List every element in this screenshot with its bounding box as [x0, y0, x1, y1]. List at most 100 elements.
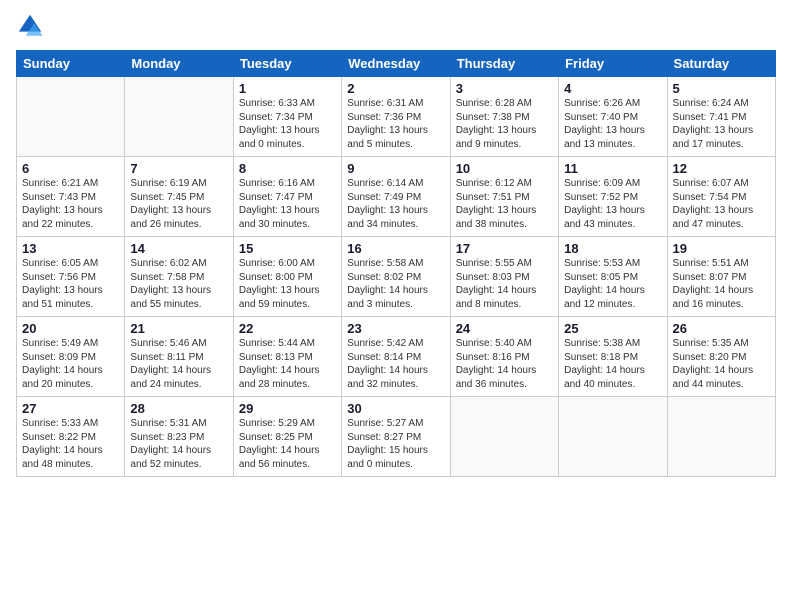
calendar-cell: 15Sunrise: 6:00 AM Sunset: 8:00 PM Dayli…: [233, 237, 341, 317]
weekday-header-saturday: Saturday: [667, 51, 775, 77]
calendar-week-row: 13Sunrise: 6:05 AM Sunset: 7:56 PM Dayli…: [17, 237, 776, 317]
calendar-cell: 21Sunrise: 5:46 AM Sunset: 8:11 PM Dayli…: [125, 317, 233, 397]
day-info: Sunrise: 6:12 AM Sunset: 7:51 PM Dayligh…: [456, 177, 553, 231]
day-number: 13: [22, 241, 119, 256]
weekday-header-tuesday: Tuesday: [233, 51, 341, 77]
day-info: Sunrise: 6:28 AM Sunset: 7:38 PM Dayligh…: [456, 97, 553, 151]
day-info: Sunrise: 5:55 AM Sunset: 8:03 PM Dayligh…: [456, 257, 553, 311]
calendar-cell: 22Sunrise: 5:44 AM Sunset: 8:13 PM Dayli…: [233, 317, 341, 397]
calendar-cell: 16Sunrise: 5:58 AM Sunset: 8:02 PM Dayli…: [342, 237, 450, 317]
calendar-cell: [559, 397, 667, 477]
calendar-cell: 1Sunrise: 6:33 AM Sunset: 7:34 PM Daylig…: [233, 77, 341, 157]
weekday-header-monday: Monday: [125, 51, 233, 77]
day-info: Sunrise: 6:24 AM Sunset: 7:41 PM Dayligh…: [673, 97, 770, 151]
day-info: Sunrise: 5:27 AM Sunset: 8:27 PM Dayligh…: [347, 417, 444, 471]
day-number: 20: [22, 321, 119, 336]
day-number: 24: [456, 321, 553, 336]
header: [0, 0, 792, 44]
calendar-cell: 8Sunrise: 6:16 AM Sunset: 7:47 PM Daylig…: [233, 157, 341, 237]
day-number: 30: [347, 401, 444, 416]
day-info: Sunrise: 6:16 AM Sunset: 7:47 PM Dayligh…: [239, 177, 336, 231]
day-info: Sunrise: 6:19 AM Sunset: 7:45 PM Dayligh…: [130, 177, 227, 231]
calendar-cell: 11Sunrise: 6:09 AM Sunset: 7:52 PM Dayli…: [559, 157, 667, 237]
calendar-cell: 18Sunrise: 5:53 AM Sunset: 8:05 PM Dayli…: [559, 237, 667, 317]
calendar-cell: [125, 77, 233, 157]
day-info: Sunrise: 5:51 AM Sunset: 8:07 PM Dayligh…: [673, 257, 770, 311]
day-number: 11: [564, 161, 661, 176]
calendar-cell: 9Sunrise: 6:14 AM Sunset: 7:49 PM Daylig…: [342, 157, 450, 237]
day-info: Sunrise: 6:00 AM Sunset: 8:00 PM Dayligh…: [239, 257, 336, 311]
day-info: Sunrise: 5:53 AM Sunset: 8:05 PM Dayligh…: [564, 257, 661, 311]
calendar-cell: 10Sunrise: 6:12 AM Sunset: 7:51 PM Dayli…: [450, 157, 558, 237]
day-info: Sunrise: 6:26 AM Sunset: 7:40 PM Dayligh…: [564, 97, 661, 151]
day-info: Sunrise: 5:42 AM Sunset: 8:14 PM Dayligh…: [347, 337, 444, 391]
day-info: Sunrise: 6:33 AM Sunset: 7:34 PM Dayligh…: [239, 97, 336, 151]
day-number: 16: [347, 241, 444, 256]
weekday-header-friday: Friday: [559, 51, 667, 77]
calendar-cell: 29Sunrise: 5:29 AM Sunset: 8:25 PM Dayli…: [233, 397, 341, 477]
calendar-week-row: 6Sunrise: 6:21 AM Sunset: 7:43 PM Daylig…: [17, 157, 776, 237]
day-number: 3: [456, 81, 553, 96]
day-number: 10: [456, 161, 553, 176]
weekday-header-wednesday: Wednesday: [342, 51, 450, 77]
calendar-cell: [17, 77, 125, 157]
calendar-cell: 12Sunrise: 6:07 AM Sunset: 7:54 PM Dayli…: [667, 157, 775, 237]
calendar-cell: 5Sunrise: 6:24 AM Sunset: 7:41 PM Daylig…: [667, 77, 775, 157]
calendar-week-row: 20Sunrise: 5:49 AM Sunset: 8:09 PM Dayli…: [17, 317, 776, 397]
calendar-cell: 23Sunrise: 5:42 AM Sunset: 8:14 PM Dayli…: [342, 317, 450, 397]
weekday-header-sunday: Sunday: [17, 51, 125, 77]
calendar-cell: 7Sunrise: 6:19 AM Sunset: 7:45 PM Daylig…: [125, 157, 233, 237]
day-number: 7: [130, 161, 227, 176]
calendar-cell: 20Sunrise: 5:49 AM Sunset: 8:09 PM Dayli…: [17, 317, 125, 397]
day-info: Sunrise: 6:21 AM Sunset: 7:43 PM Dayligh…: [22, 177, 119, 231]
day-number: 6: [22, 161, 119, 176]
calendar-cell: 28Sunrise: 5:31 AM Sunset: 8:23 PM Dayli…: [125, 397, 233, 477]
weekday-header-row: SundayMondayTuesdayWednesdayThursdayFrid…: [17, 51, 776, 77]
day-info: Sunrise: 6:09 AM Sunset: 7:52 PM Dayligh…: [564, 177, 661, 231]
calendar-cell: 24Sunrise: 5:40 AM Sunset: 8:16 PM Dayli…: [450, 317, 558, 397]
day-info: Sunrise: 6:14 AM Sunset: 7:49 PM Dayligh…: [347, 177, 444, 231]
day-number: 23: [347, 321, 444, 336]
logo-icon: [16, 12, 44, 40]
calendar-week-row: 1Sunrise: 6:33 AM Sunset: 7:34 PM Daylig…: [17, 77, 776, 157]
day-number: 25: [564, 321, 661, 336]
day-number: 26: [673, 321, 770, 336]
calendar-cell: 13Sunrise: 6:05 AM Sunset: 7:56 PM Dayli…: [17, 237, 125, 317]
calendar-cell: [450, 397, 558, 477]
day-info: Sunrise: 5:49 AM Sunset: 8:09 PM Dayligh…: [22, 337, 119, 391]
calendar-cell: 17Sunrise: 5:55 AM Sunset: 8:03 PM Dayli…: [450, 237, 558, 317]
calendar-cell: 3Sunrise: 6:28 AM Sunset: 7:38 PM Daylig…: [450, 77, 558, 157]
day-number: 15: [239, 241, 336, 256]
day-number: 17: [456, 241, 553, 256]
day-number: 18: [564, 241, 661, 256]
day-number: 19: [673, 241, 770, 256]
day-info: Sunrise: 5:40 AM Sunset: 8:16 PM Dayligh…: [456, 337, 553, 391]
day-number: 22: [239, 321, 336, 336]
calendar-cell: 19Sunrise: 5:51 AM Sunset: 8:07 PM Dayli…: [667, 237, 775, 317]
day-info: Sunrise: 5:38 AM Sunset: 8:18 PM Dayligh…: [564, 337, 661, 391]
day-number: 29: [239, 401, 336, 416]
day-info: Sunrise: 6:05 AM Sunset: 7:56 PM Dayligh…: [22, 257, 119, 311]
day-number: 1: [239, 81, 336, 96]
day-info: Sunrise: 5:58 AM Sunset: 8:02 PM Dayligh…: [347, 257, 444, 311]
calendar-table: SundayMondayTuesdayWednesdayThursdayFrid…: [16, 50, 776, 477]
day-number: 27: [22, 401, 119, 416]
day-info: Sunrise: 6:02 AM Sunset: 7:58 PM Dayligh…: [130, 257, 227, 311]
day-info: Sunrise: 6:31 AM Sunset: 7:36 PM Dayligh…: [347, 97, 444, 151]
calendar-cell: 4Sunrise: 6:26 AM Sunset: 7:40 PM Daylig…: [559, 77, 667, 157]
logo: [16, 12, 48, 40]
weekday-header-thursday: Thursday: [450, 51, 558, 77]
day-info: Sunrise: 5:46 AM Sunset: 8:11 PM Dayligh…: [130, 337, 227, 391]
calendar-cell: 25Sunrise: 5:38 AM Sunset: 8:18 PM Dayli…: [559, 317, 667, 397]
calendar-cell: 2Sunrise: 6:31 AM Sunset: 7:36 PM Daylig…: [342, 77, 450, 157]
calendar-cell: 30Sunrise: 5:27 AM Sunset: 8:27 PM Dayli…: [342, 397, 450, 477]
day-info: Sunrise: 5:35 AM Sunset: 8:20 PM Dayligh…: [673, 337, 770, 391]
page: SundayMondayTuesdayWednesdayThursdayFrid…: [0, 0, 792, 612]
day-info: Sunrise: 5:44 AM Sunset: 8:13 PM Dayligh…: [239, 337, 336, 391]
day-info: Sunrise: 5:29 AM Sunset: 8:25 PM Dayligh…: [239, 417, 336, 471]
calendar-cell: 26Sunrise: 5:35 AM Sunset: 8:20 PM Dayli…: [667, 317, 775, 397]
day-info: Sunrise: 5:33 AM Sunset: 8:22 PM Dayligh…: [22, 417, 119, 471]
day-number: 5: [673, 81, 770, 96]
day-number: 28: [130, 401, 227, 416]
day-number: 14: [130, 241, 227, 256]
